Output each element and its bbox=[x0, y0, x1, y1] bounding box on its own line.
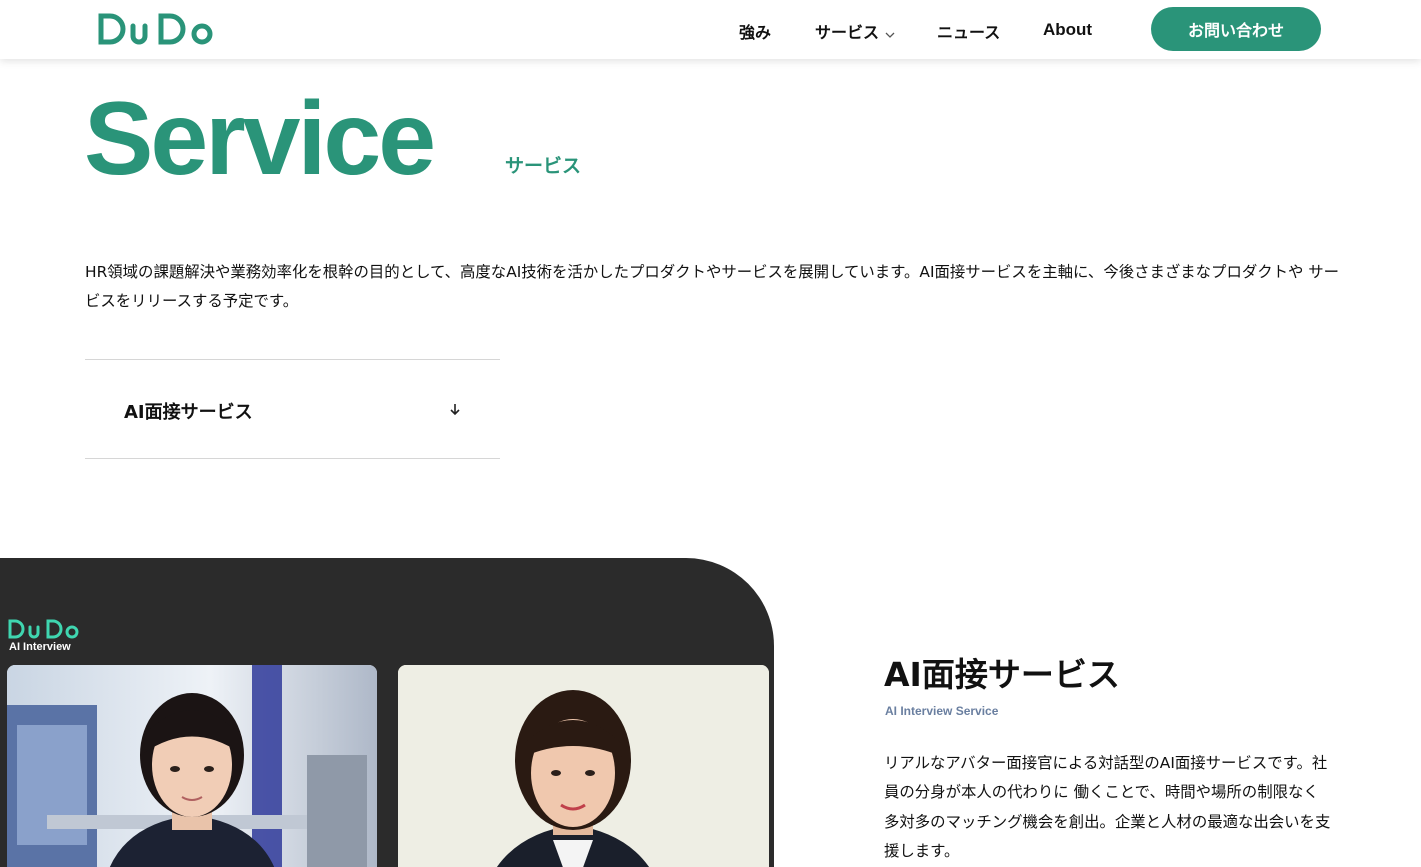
panel-caption: AI Interview bbox=[9, 641, 71, 653]
service-description: リアルなアバター面接官による対話型のAI面接サービスです。社員の分身が本人の代わ… bbox=[884, 754, 1331, 860]
accordion-label: AI面接サービス bbox=[124, 402, 253, 423]
divider bbox=[85, 458, 500, 459]
nav-news[interactable]: ニュース bbox=[937, 19, 1000, 43]
page-title: Service bbox=[84, 81, 436, 197]
dudo-logo[interactable] bbox=[98, 12, 214, 46]
nav-strength[interactable]: 強み bbox=[739, 19, 771, 43]
product-screenshot: AI Interview bbox=[0, 558, 774, 867]
nav-service[interactable]: サービス bbox=[815, 19, 895, 43]
service-heading: AI面接サービス bbox=[884, 655, 1120, 694]
chevron-down-icon bbox=[885, 24, 895, 43]
interviewer-avatar-video bbox=[7, 665, 377, 867]
accordion-item-ai-interview[interactable]: AI面接サービス bbox=[85, 360, 500, 458]
dudo-logo bbox=[8, 619, 79, 639]
nav-service-label: サービス bbox=[815, 23, 880, 42]
service-en-label: AI Interview Service bbox=[885, 704, 999, 718]
contact-button[interactable]: お問い合わせ bbox=[1151, 7, 1321, 51]
candidate-video bbox=[398, 665, 769, 867]
page-subtitle: サービス bbox=[505, 155, 582, 177]
nav-about[interactable]: About bbox=[1043, 20, 1092, 40]
site-header: 強み サービス ニュース About お問い合わせ bbox=[0, 0, 1421, 59]
intro-text: HR領域の課題解決や業務効率化を根幹の目的として、高度なAI技術を活かしたプロダ… bbox=[85, 263, 1340, 310]
arrow-down-icon bbox=[450, 404, 460, 416]
